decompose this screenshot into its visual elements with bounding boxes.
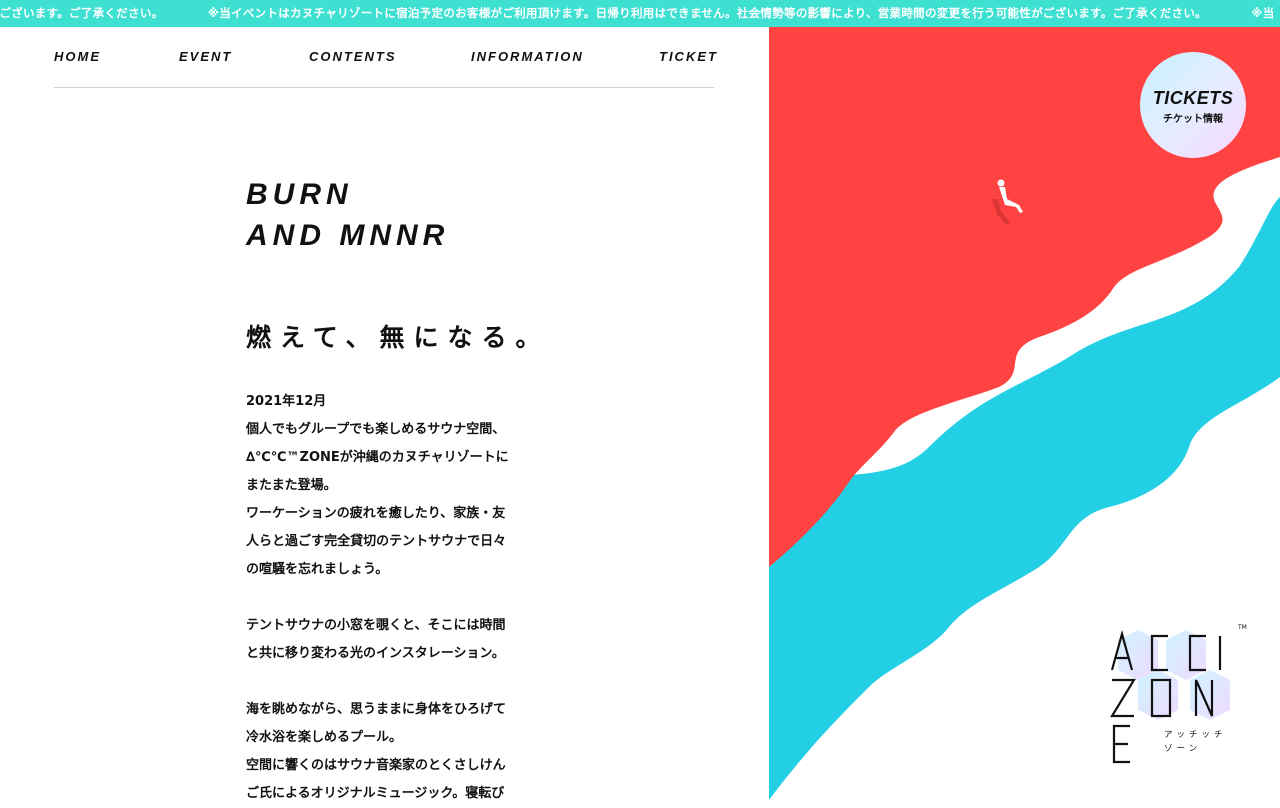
tickets-button[interactable]: TICKETS チケット情報: [1140, 52, 1246, 158]
jp-heading: 燃えて、無になる。: [246, 323, 550, 352]
ticker-item: ※当: [1251, 6, 1275, 20]
ticker-track: 能性がございます。ご了承ください。 ※当イベントはカヌチャリゾートに宿泊予定のお…: [0, 0, 1280, 27]
intro-line: の喧騒を忘れましょう。: [246, 562, 389, 577]
intro-line: 2021年12月: [246, 394, 327, 409]
intro-line: 空間に響くのはサウナ音楽家のとくさしけん: [246, 758, 506, 773]
nav-event[interactable]: EVENT: [179, 49, 232, 64]
intro-line: と共に移り変わる光のインスタレーション。: [246, 646, 505, 661]
intro-line: 人らと過ごす完全貸切のテントサウナで日々: [246, 534, 507, 549]
logo-kana-line1: アッチッチ: [1164, 730, 1227, 740]
intro-line: ワーケーションの疲れを癒したり、家族・友: [246, 506, 506, 521]
intro-line: ∆℃℃™ZONEが沖縄のカヌチャリゾートに: [246, 450, 509, 465]
intro-text: 2021年12月 個人でもグループでも楽しめるサウナ空間、 ∆℃℃™ZONEが沖…: [246, 388, 546, 808]
intro-line: 個人でもグループでも楽しめるサウナ空間、: [246, 422, 506, 437]
intro-line: 冷水浴を楽しめるプール。: [246, 730, 403, 745]
main-nav: HOME EVENT CONTENTS INFORMATION TICKET: [54, 49, 716, 88]
nav-ticket[interactable]: TICKET: [659, 49, 718, 64]
nav-information[interactable]: INFORMATION: [471, 49, 584, 64]
logo-kana-line2: ゾーン: [1164, 744, 1202, 754]
nav-contents[interactable]: CONTENTS: [309, 49, 397, 64]
hero-title-line: BURN: [246, 178, 353, 211]
ticker-item: 能性がございます。ご了承ください。: [0, 6, 164, 20]
tickets-button-subtitle: チケット情報: [1163, 114, 1223, 125]
intro-line: テントサウナの小窓を覗くと、そこには時間: [246, 618, 506, 633]
nav-home[interactable]: HOME: [54, 49, 101, 64]
announcement-ticker: 能性がございます。ご了承ください。 ※当イベントはカヌチャリゾートに宿泊予定のお…: [0, 0, 1280, 27]
hero-title: BURN AND MNNR: [246, 174, 449, 256]
intro-line: 海を眺めながら、思うままに身体をひろげて: [246, 702, 507, 717]
logo-tm: TM: [1238, 624, 1247, 631]
hero-title-line: AND MNNR: [246, 219, 450, 252]
accizone-logo: TM アッチッチ ゾーン: [1108, 624, 1256, 768]
intro-line: またまた登場。: [246, 478, 337, 493]
tickets-button-title: TICKETS: [1152, 88, 1234, 108]
ticker-item: ※当イベントはカヌチャリゾートに宿泊予定のお客様がご利用頂けます。日帰り利用はで…: [207, 6, 1207, 20]
intro-line: ご氏によるオリジナルミュージック。寝転び: [246, 786, 505, 801]
